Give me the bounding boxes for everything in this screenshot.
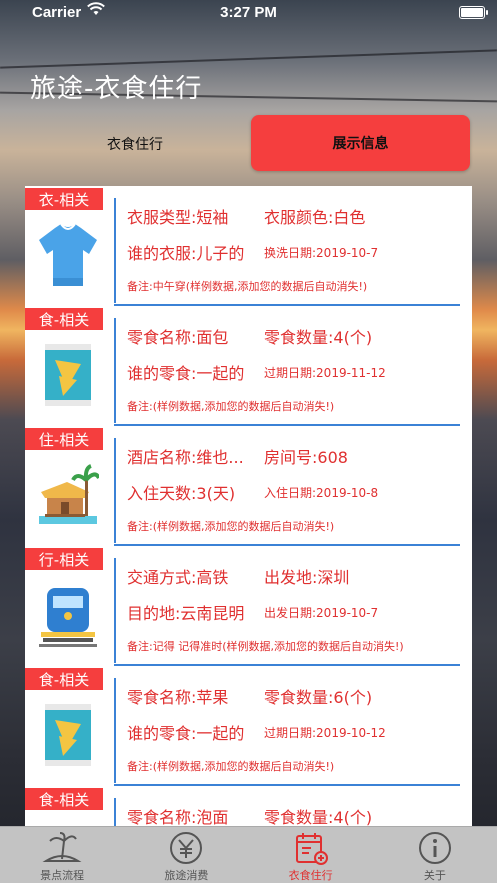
category-tag: 食-相关 — [25, 788, 103, 810]
field-a: 交通方式:高铁 — [127, 568, 229, 587]
card-divider-vertical — [114, 438, 116, 543]
page-title: 旅途-衣食住行 — [30, 74, 203, 104]
field-d: 换洗日期:2019-10-7 — [264, 246, 379, 260]
field-note: 备注:(样例数据,添加您的数据后自动消失!) — [127, 520, 335, 533]
category-tag: 行-相关 — [25, 548, 103, 570]
field-b: 衣服颜色:白色 — [264, 208, 366, 227]
tshirt-icon — [37, 220, 99, 290]
island-icon — [42, 832, 82, 862]
tab-label: 关于 — [423, 869, 446, 882]
field-a: 零食名称:面包 — [127, 328, 229, 347]
field-note: 备注:记得 记得准时(样例数据,添加您的数据后自动消失!) — [127, 640, 404, 653]
category-tag: 食-相关 — [25, 668, 103, 690]
field-c: 谁的零食:一起的 — [127, 364, 245, 383]
card-divider-vertical — [114, 318, 116, 423]
field-c: 目的地:云南昆明 — [127, 604, 245, 623]
tab-about[interactable]: 关于 — [373, 827, 497, 883]
field-d: 出发日期:2019-10-7 — [264, 606, 379, 620]
list-item[interactable]: 食-相关 零食名称:泡面 零食数量:4(个) — [25, 786, 472, 826]
info-list[interactable]: 衣-相关 衣服类型:短袖 衣服颜色:白色 谁的衣服:儿子的 换洗日期:2019-… — [25, 186, 472, 826]
field-note: 备注:(样例数据,添加您的数据后自动消失!) — [127, 760, 335, 773]
category-tag: 衣-相关 — [25, 188, 103, 210]
field-b: 零食数量:4(个) — [264, 328, 373, 347]
field-a: 零食名称:泡面 — [127, 808, 229, 826]
field-a: 衣服类型:短袖 — [127, 208, 229, 227]
battery-icon — [459, 6, 488, 19]
train-icon — [37, 580, 99, 650]
info-icon — [418, 832, 451, 864]
tab-label: 景点流程 — [40, 869, 85, 882]
card-divider-vertical — [114, 798, 116, 826]
snack-bag-icon — [37, 340, 99, 410]
segment-clothing-food[interactable]: 衣食住行 — [25, 117, 245, 171]
field-b: 出发地:深圳 — [264, 568, 350, 587]
tab-label: 衣食住行 — [288, 869, 333, 882]
field-a: 酒店名称:维也... — [127, 448, 244, 467]
card-divider-vertical — [114, 678, 116, 783]
overhead-wire — [0, 49, 497, 69]
status-bar: Carrier 3:27 PM — [0, 0, 497, 26]
field-a: 零食名称:苹果 — [127, 688, 229, 707]
field-c: 谁的零食:一起的 — [127, 724, 245, 743]
tab-attractions[interactable]: 景点流程 — [0, 827, 124, 883]
field-b: 零食数量:4(个) — [264, 808, 373, 826]
tab-label: 旅途消费 — [164, 869, 209, 882]
field-note: 备注:(样例数据,添加您的数据后自动消失!) — [127, 400, 335, 413]
beach-hut-icon — [37, 460, 101, 530]
category-tag: 食-相关 — [25, 308, 103, 330]
field-d: 过期日期:2019-10-12 — [264, 726, 386, 740]
field-d: 入住日期:2019-10-8 — [264, 486, 379, 500]
clock: 3:27 PM — [220, 4, 277, 21]
snack-bag-icon — [37, 700, 99, 770]
tab-clothing-food[interactable]: 衣食住行 — [249, 827, 373, 883]
field-note: 备注:中午穿(样例数据,添加您的数据后自动消失!) — [127, 280, 368, 293]
category-tag: 住-相关 — [25, 428, 103, 450]
card-divider-vertical — [114, 198, 116, 303]
field-c: 入住天数:3(天) — [127, 484, 236, 503]
tab-expenses[interactable]: 旅途消费 — [124, 827, 248, 883]
field-b: 零食数量:6(个) — [264, 688, 373, 707]
list-item[interactable]: 食-相关 零食名称:苹果 零食数量:6(个) 谁的零食:一起的 过期日期:201… — [25, 666, 472, 786]
field-c: 谁的衣服:儿子的 — [127, 244, 245, 263]
field-b: 房间号:608 — [264, 448, 348, 467]
yen-icon — [170, 832, 203, 864]
list-item[interactable]: 行-相关 交通方式:高铁 出发地:深圳 目的地:云南昆明 出发日期:2019-1… — [25, 546, 472, 666]
calendar-add-icon — [295, 833, 328, 865]
field-d: 过期日期:2019-11-12 — [264, 366, 386, 380]
list-item[interactable]: 衣-相关 衣服类型:短袖 衣服颜色:白色 谁的衣服:儿子的 换洗日期:2019-… — [25, 186, 472, 306]
list-item[interactable]: 住-相关 酒店名称:维也... 房间号:608 入住天数:3(天) 入住日期:2… — [25, 426, 472, 546]
list-item[interactable]: 食-相关 零食名称:面包 零食数量:4(个) 谁的零食:一起的 过期日期:201… — [25, 306, 472, 426]
segment-show-info[interactable]: 展示信息 — [251, 115, 470, 171]
card-divider-vertical — [114, 558, 116, 663]
tab-bar: 景点流程 旅途消费 衣食住行 关于 — [0, 826, 497, 883]
